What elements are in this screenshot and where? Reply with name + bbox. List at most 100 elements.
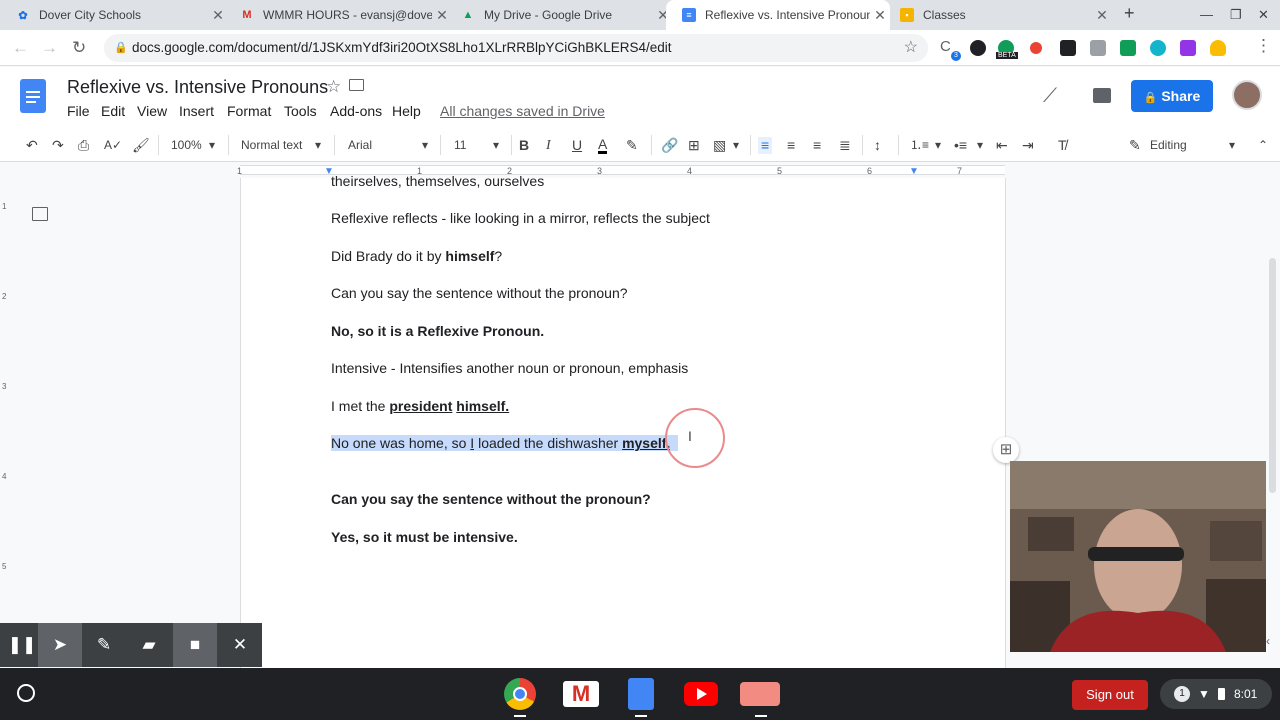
clear-formatting-icon[interactable]: T̸ — [1058, 137, 1067, 154]
menu-edit[interactable]: Edit — [101, 103, 125, 119]
insert-comment-icon[interactable]: ⊞ — [688, 137, 700, 154]
chrome-app-icon[interactable] — [504, 678, 536, 710]
document-page[interactable]: theirselves, themselves, ourselves Refle… — [240, 173, 1006, 668]
align-left-icon[interactable]: ≡ — [758, 137, 773, 154]
address-bar[interactable]: 🔒 docs.google.com/document/d/1JSKxmYdf3i… — [104, 34, 928, 62]
tab-drive[interactable]: ▲ My Drive - Google Drive ✕ — [445, 0, 673, 30]
move-folder-icon[interactable] — [349, 79, 364, 91]
save-status[interactable]: All changes saved in Drive — [440, 103, 605, 119]
comments-icon[interactable] — [1093, 88, 1111, 103]
add-comment-icon[interactable]: ⊞ — [993, 437, 1019, 463]
extension-heart-icon[interactable] — [1210, 40, 1226, 56]
decrease-indent-icon[interactable]: ⇤ — [996, 137, 1008, 154]
status-tray[interactable]: 1 ▼ 8:01 — [1160, 679, 1272, 709]
tab-docs-active[interactable]: ≡ Reflexive vs. Intensive Pronouns ✕ — [666, 0, 890, 30]
tab-classes[interactable]: ▪ Classes ✕ — [884, 0, 1112, 30]
close-tab-icon[interactable]: ✕ — [1092, 7, 1112, 24]
increase-indent-icon[interactable]: ⇥ — [1022, 137, 1034, 154]
document-title[interactable]: Reflexive vs. Intensive Pronouns — [67, 77, 328, 98]
chevron-down-icon[interactable]: ▾ — [935, 137, 941, 154]
doc-paragraph[interactable]: I met the president himself. — [331, 397, 509, 415]
doc-paragraph[interactable]: Did Brady do it by himself? — [331, 247, 502, 265]
scrollbar-thumb[interactable] — [1269, 258, 1276, 493]
close-recorder-icon[interactable]: ✕ — [218, 623, 262, 667]
bookmark-star-icon[interactable]: ☆ — [904, 34, 918, 62]
screencastify-app-icon[interactable] — [740, 682, 780, 706]
chrome-menu-icon[interactable]: ⋮ — [1255, 36, 1272, 56]
doc-paragraph[interactable]: Can you say the sentence without the pro… — [331, 490, 651, 508]
sign-out-button[interactable]: Sign out — [1072, 680, 1148, 710]
doc-paragraph[interactable]: No, so it is a Reflexive Pronoun. — [331, 322, 544, 340]
extension-record-icon[interactable] — [1030, 42, 1042, 54]
new-tab-button[interactable]: + — [1124, 3, 1135, 24]
doc-paragraph[interactable]: theirselves, themselves, ourselves — [331, 172, 544, 190]
paragraph-style-select[interactable]: Normal text — [241, 137, 302, 154]
activity-dashboard-icon[interactable]: ⟋ — [1043, 85, 1057, 108]
document-outline-icon[interactable] — [32, 207, 48, 221]
text-color-icon[interactable]: A — [598, 137, 608, 154]
menu-addons[interactable]: Add-ons — [330, 103, 382, 119]
italic-icon[interactable]: I — [546, 137, 551, 154]
chevron-down-icon[interactable]: ▾ — [422, 137, 428, 154]
undo-icon[interactable]: ↶ — [26, 137, 38, 154]
insert-link-icon[interactable]: 🔗 — [661, 137, 678, 154]
underline-icon[interactable]: U — [572, 137, 582, 154]
pen-tool-icon[interactable]: ✎ — [82, 623, 126, 667]
account-avatar[interactable] — [1232, 80, 1262, 110]
docs-logo-icon[interactable] — [20, 79, 46, 113]
extension-square-icon[interactable] — [1060, 40, 1076, 56]
menu-insert[interactable]: Insert — [179, 103, 214, 119]
chevron-down-icon[interactable]: ▾ — [977, 137, 983, 154]
extension-purple-icon[interactable] — [1180, 40, 1196, 56]
spellcheck-icon[interactable]: A✓ — [104, 137, 122, 154]
align-center-icon[interactable]: ≡ — [787, 137, 795, 154]
gmail-app-icon[interactable]: M — [563, 681, 599, 707]
chevron-down-icon[interactable]: ▾ — [1229, 137, 1235, 154]
minimize-icon[interactable]: — — [1200, 7, 1213, 22]
zoom-select[interactable]: 100% — [171, 137, 202, 154]
print-icon[interactable]: ⎙ — [78, 137, 89, 154]
expand-side-panel-icon[interactable]: ‹ — [1266, 634, 1270, 648]
menu-tools[interactable]: Tools — [284, 103, 317, 119]
doc-paragraph[interactable]: Can you say the sentence without the pro… — [331, 284, 628, 302]
highlight-color-icon[interactable]: ✎ — [626, 137, 638, 154]
menu-view[interactable]: View — [137, 103, 167, 119]
doc-paragraph-selected[interactable]: No one was home, so I loaded the dishwas… — [331, 434, 679, 452]
maximize-icon[interactable]: ❐ — [1230, 7, 1242, 23]
extension-teal-icon[interactable] — [1150, 40, 1166, 56]
menu-format[interactable]: Format — [227, 103, 271, 119]
tab-gmail[interactable]: M WMMR HOURS - evansj@dovert ✕ — [224, 0, 452, 30]
font-size-select[interactable]: 11 — [454, 137, 466, 154]
line-spacing-icon[interactable]: ↕ — [874, 137, 881, 154]
chevron-down-icon[interactable]: ▾ — [315, 137, 321, 154]
redo-icon[interactable]: ↷ — [52, 137, 64, 154]
share-button[interactable]: 🔒 Share — [1131, 80, 1213, 112]
numbered-list-icon[interactable]: ⒈≡ — [910, 137, 929, 154]
font-select[interactable]: Arial — [348, 137, 372, 154]
close-window-icon[interactable]: ✕ — [1258, 7, 1269, 23]
menu-help[interactable]: Help — [392, 103, 421, 119]
youtube-app-icon[interactable] — [684, 682, 718, 706]
back-icon[interactable]: ← — [12, 38, 29, 58]
bulleted-list-icon[interactable]: •≡ — [954, 137, 967, 154]
forward-icon[interactable]: → — [41, 38, 58, 58]
launcher-icon[interactable] — [17, 684, 35, 702]
menu-file[interactable]: File — [67, 103, 90, 119]
align-right-icon[interactable]: ≡ — [813, 137, 821, 154]
chevron-down-icon[interactable]: ▾ — [493, 137, 499, 154]
extension-gray-icon[interactable] — [1090, 40, 1106, 56]
webcam-toggle-icon[interactable]: ■ — [173, 623, 217, 667]
doc-paragraph[interactable]: Yes, so it must be intensive. — [331, 528, 518, 546]
tab-dover-schools[interactable]: ✿ Dover City Schools ✕ — [0, 0, 228, 30]
extension-cast-icon[interactable] — [1120, 40, 1136, 56]
bold-icon[interactable]: B — [519, 137, 529, 154]
paint-format-icon[interactable]: 🖌 — [132, 137, 150, 154]
chevron-down-icon[interactable]: ▾ — [209, 137, 215, 154]
highlighter-tool-icon[interactable]: ▰ — [127, 623, 171, 667]
pointer-tool-icon[interactable]: ➤ — [38, 623, 82, 667]
pencil-icon[interactable]: ✎ — [1129, 137, 1141, 154]
star-icon[interactable]: ☆ — [326, 77, 341, 97]
doc-paragraph[interactable]: Intensive - Intensifies another noun or … — [331, 359, 688, 377]
insert-image-icon[interactable]: ▧ — [713, 137, 726, 154]
editing-mode-select[interactable]: Editing — [1150, 137, 1187, 154]
